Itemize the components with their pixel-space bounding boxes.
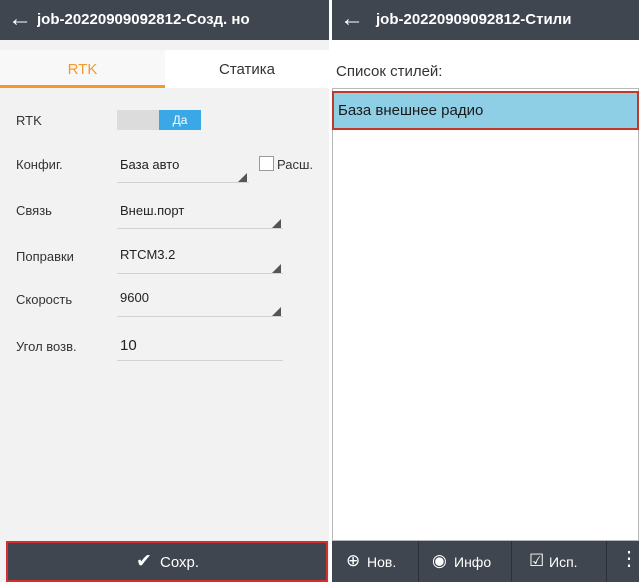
elevation-label: Угол возв. [16, 339, 77, 354]
tab-rtk[interactable]: RTK [0, 50, 165, 88]
styles-list [332, 88, 639, 541]
elevation-underline [117, 360, 283, 361]
add-location-icon: ⊕ [346, 551, 361, 570]
rtk-toggle-on: Да [159, 110, 201, 130]
corrections-select[interactable]: RTCM3.2 [120, 247, 175, 262]
new-style-label: Нов. [367, 554, 397, 570]
dropdown-arrow-icon[interactable] [272, 219, 281, 228]
config-label: Конфиг. [16, 157, 63, 172]
tab-bar: RTK Статика [0, 50, 329, 88]
dropdown-arrow-icon[interactable] [272, 264, 281, 273]
info-button[interactable]: ◉ Инфо [419, 541, 511, 582]
back-arrow-icon[interactable]: ← [8, 6, 32, 32]
tab-static[interactable]: Статика [165, 50, 329, 88]
elevation-input[interactable]: 10 [120, 337, 137, 354]
config-select[interactable]: База авто [120, 157, 179, 172]
list-item[interactable]: База внешнее радио [332, 91, 639, 130]
bottom-toolbar: ⊕ Нов. ◉ Инфо ☑ Исп. ⋮ [332, 541, 639, 582]
more-button[interactable]: ⋮ [607, 541, 639, 582]
dropdown-arrow-icon[interactable] [272, 307, 281, 316]
screen-title: job-20220909092812-Стили [376, 11, 572, 28]
rtk-toggle[interactable]: Да [117, 110, 201, 130]
styles-screen: ← job-20220909092812-Стили Список стилей… [332, 0, 639, 582]
extended-checkbox[interactable] [259, 156, 274, 171]
corrections-underline [117, 273, 283, 274]
screen-title: job-20220909092812-Созд. но [37, 11, 250, 28]
link-underline [117, 228, 283, 229]
create-job-screen: ← job-20220909092812-Созд. но RTK Статик… [0, 0, 329, 582]
dropdown-arrow-icon[interactable] [238, 173, 247, 182]
back-arrow-icon[interactable]: ← [340, 6, 364, 32]
extended-checkbox-label: Расш. [277, 157, 314, 172]
link-label: Связь [16, 203, 52, 218]
rtk-label: RTK [16, 113, 42, 128]
speed-label: Скорость [16, 292, 73, 307]
use-style-button[interactable]: ☑ Исп. [512, 541, 606, 582]
eye-icon: ◉ [432, 551, 447, 570]
use-style-label: Исп. [549, 554, 578, 570]
info-label: Инфо [454, 554, 492, 570]
link-select[interactable]: Внеш.порт [120, 203, 184, 218]
app-bar: ← job-20220909092812-Стили [332, 0, 639, 40]
speed-select[interactable]: 9600 [120, 290, 149, 305]
list-item-label: База внешнее радио [338, 102, 484, 119]
checkbox-check-icon: ☑ [529, 551, 545, 570]
corrections-label: Поправки [16, 249, 74, 264]
save-label: Сохр. [160, 554, 200, 571]
speed-underline [117, 316, 283, 317]
app-bar: ← job-20220909092812-Созд. но [0, 0, 329, 40]
checkmark-icon: ✔ [136, 551, 152, 572]
more-vertical-icon: ⋮ [619, 548, 639, 570]
save-button[interactable]: ✔ Сохр. [6, 541, 328, 582]
styles-list-label: Список стилей: [336, 63, 443, 80]
config-underline [117, 182, 249, 183]
new-style-button[interactable]: ⊕ Нов. [332, 541, 418, 582]
